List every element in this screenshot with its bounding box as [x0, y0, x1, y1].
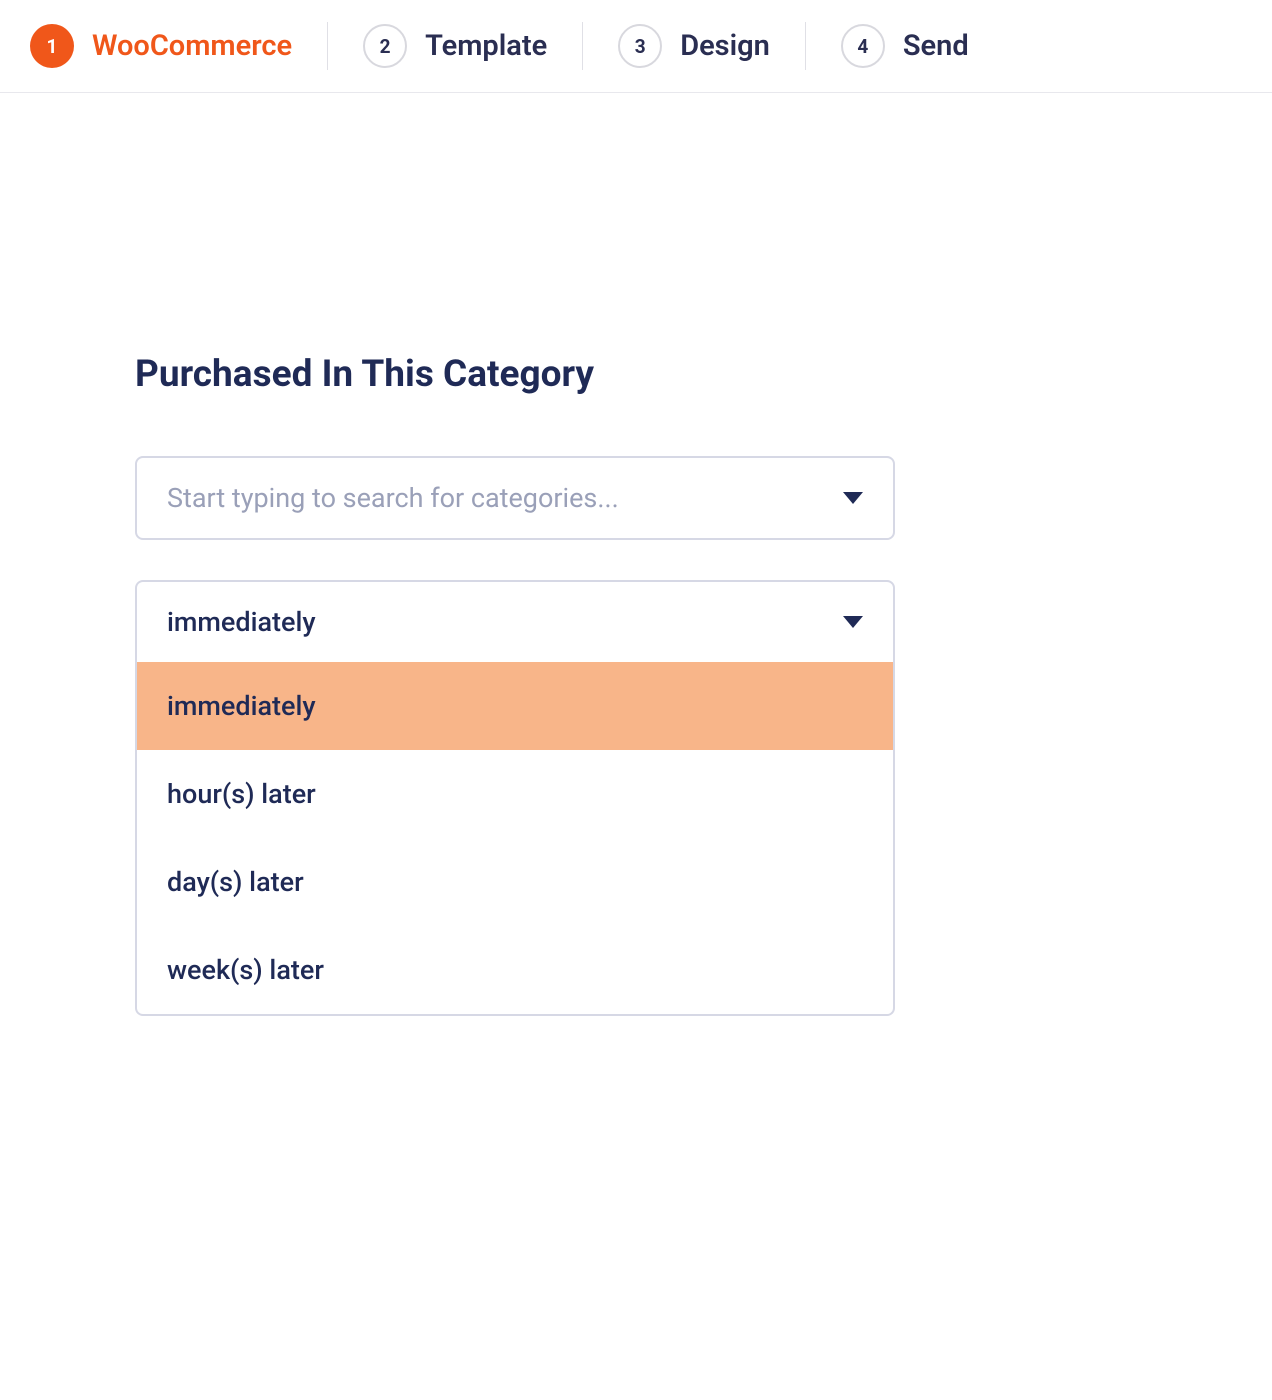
category-select-placeholder: Start typing to search for categories... [167, 482, 619, 514]
chevron-down-icon [843, 492, 863, 504]
step-number-circle: 1 [30, 24, 74, 68]
timing-option-weeks[interactable]: week(s) later [137, 926, 893, 1014]
step-divider [327, 22, 328, 70]
stepper: 1 WooCommerce 2 Template 3 Design 4 Send [0, 0, 1272, 93]
category-select-wrapper: Start typing to search for categories... [135, 456, 895, 540]
step-number: 4 [857, 35, 868, 58]
step-design[interactable]: 3 Design [618, 24, 770, 68]
step-number: 2 [380, 35, 391, 58]
section-title: Purchased In This Category [135, 353, 1137, 396]
step-number: 1 [47, 35, 58, 58]
chevron-down-icon [843, 616, 863, 628]
step-label: Design [680, 29, 770, 63]
step-woocommerce[interactable]: 1 WooCommerce [30, 24, 292, 68]
step-number-circle: 3 [618, 24, 662, 68]
step-divider [805, 22, 806, 70]
timing-option-days[interactable]: day(s) later [137, 838, 893, 926]
timing-select[interactable]: immediately [135, 580, 895, 662]
step-template[interactable]: 2 Template [363, 24, 547, 68]
timing-dropdown: immediately immediately hour(s) later da… [135, 580, 895, 1016]
main-content: Purchased In This Category Start typing … [0, 93, 1272, 1016]
timing-dropdown-list: immediately hour(s) later day(s) later w… [135, 662, 895, 1016]
step-number: 3 [635, 35, 646, 58]
step-number-circle: 2 [363, 24, 407, 68]
step-divider [582, 22, 583, 70]
timing-option-label: day(s) later [167, 866, 304, 898]
step-send[interactable]: 4 Send [841, 24, 969, 68]
timing-option-immediately[interactable]: immediately [137, 662, 893, 750]
step-label: Template [425, 29, 547, 63]
timing-selected-value: immediately [167, 606, 316, 638]
timing-option-hours[interactable]: hour(s) later [137, 750, 893, 838]
timing-option-label: hour(s) later [167, 778, 316, 810]
timing-option-label: week(s) later [167, 954, 324, 986]
step-number-circle: 4 [841, 24, 885, 68]
timing-option-label: immediately [167, 690, 316, 722]
step-label: Send [903, 29, 969, 63]
step-label: WooCommerce [92, 29, 292, 63]
category-select[interactable]: Start typing to search for categories... [135, 456, 895, 540]
